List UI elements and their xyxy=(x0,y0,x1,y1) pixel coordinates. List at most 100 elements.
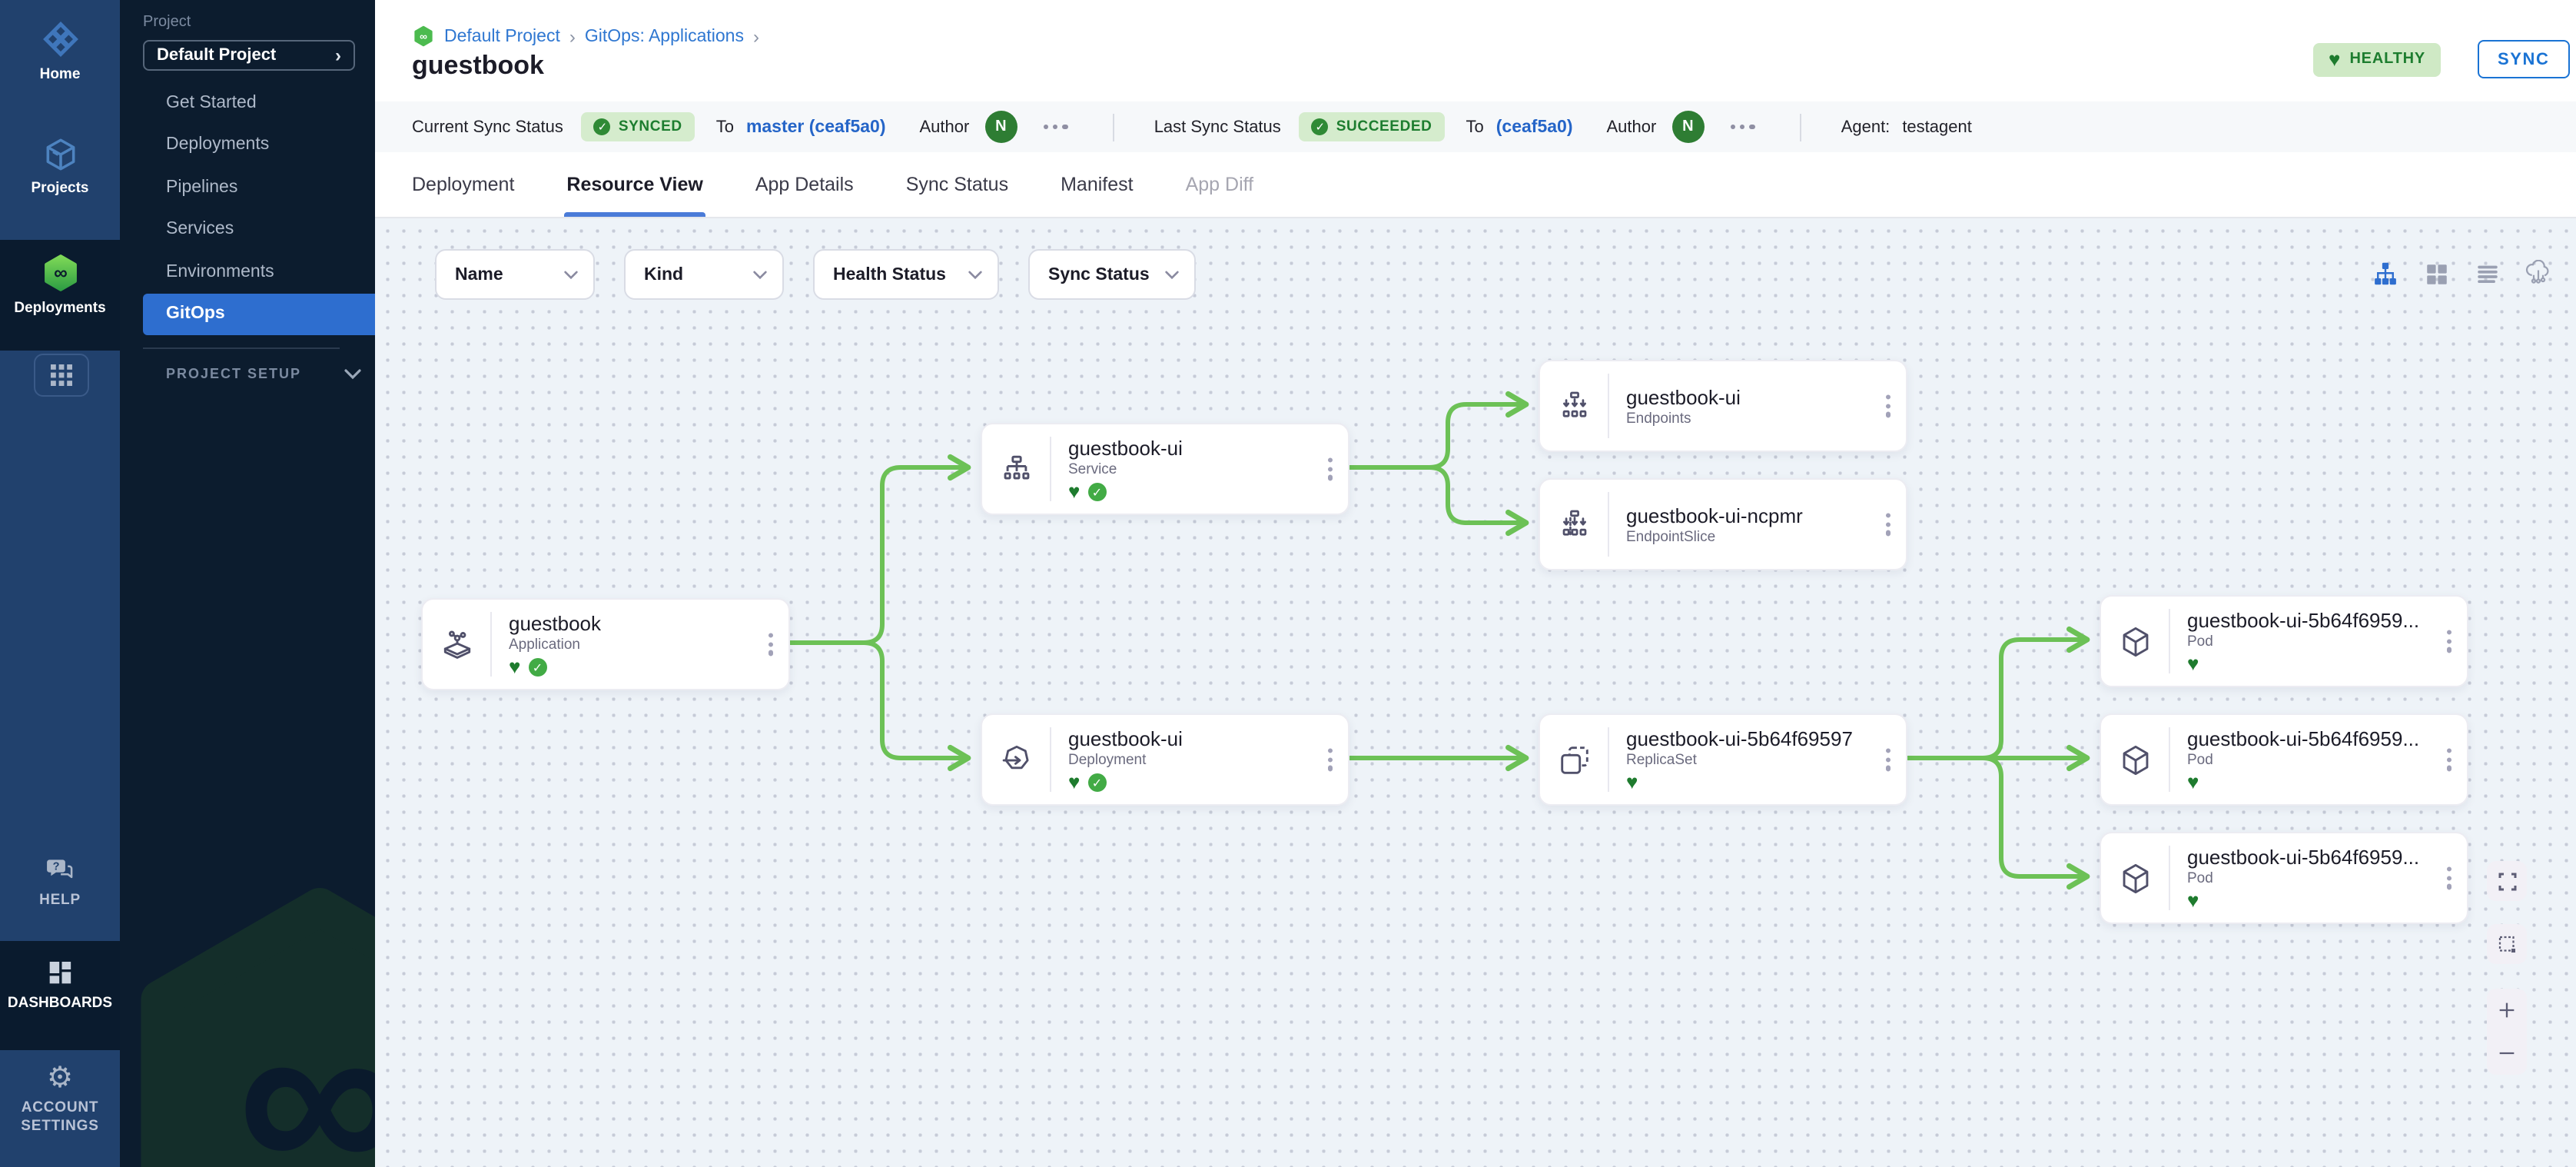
current-sync-target-link[interactable]: master (ceaf5a0) xyxy=(746,118,886,136)
filter-health-status-label: Health Status xyxy=(833,265,946,284)
rail-item-dashboards[interactable]: DASHBOARDS xyxy=(0,958,120,1012)
node-kind: Pod xyxy=(2187,751,2467,768)
status-divider xyxy=(1800,113,1801,141)
author-label: Author xyxy=(1607,118,1657,136)
tree-view-button[interactable] xyxy=(2367,255,2404,292)
node-status-row: ♥ ✓ xyxy=(1068,773,1348,793)
chevron-down-icon xyxy=(1165,270,1179,279)
network-cloud-icon xyxy=(2523,259,2552,288)
header-actions: ♥ HEALTHY SYNC xyxy=(2313,40,2576,78)
node-menu-button[interactable] xyxy=(1325,745,1336,773)
synced-badge: ✓ SYNCED xyxy=(582,112,695,141)
tab-app-details[interactable]: App Details xyxy=(755,152,854,217)
project-setup-toggle[interactable]: PROJECT SETUP xyxy=(166,366,361,381)
current-sync-more-button[interactable] xyxy=(1038,120,1072,135)
node-service-guestbook-ui[interactable]: guestbook-ui Service ♥ ✓ xyxy=(981,423,1349,515)
rail-item-account-settings[interactable]: ⚙ ACCOUNT SETTINGS xyxy=(0,1064,120,1135)
breadcrumb: ∞ Default Project › GitOps: Applications… xyxy=(412,25,759,48)
to-label: To xyxy=(716,118,734,136)
main-content: ∞ Default Project › GitOps: Applications… xyxy=(375,0,2576,1167)
menu-item-deployments[interactable]: Deployments xyxy=(120,124,375,166)
node-kind: Endpoints xyxy=(1626,410,1906,427)
tab-app-diff[interactable]: App Diff xyxy=(1186,152,1254,217)
grid-view-icon xyxy=(2423,261,2449,287)
breadcrumb-gitops-applications[interactable]: GitOps: Applications xyxy=(585,27,744,45)
filter-kind-dropdown[interactable]: Kind xyxy=(624,249,784,300)
marquee-select-button[interactable] xyxy=(2487,924,2527,964)
synced-check-icon: ✓ xyxy=(528,658,546,677)
project-menu: Get Started Deployments Pipelines Servic… xyxy=(120,81,375,335)
node-status-row: ♥ ✓ xyxy=(509,657,788,677)
healthy-heart-icon: ♥ xyxy=(509,658,520,677)
rail-deployments-label: Deployments xyxy=(14,300,105,317)
healthy-heart-icon: ♥ xyxy=(1068,773,1080,792)
fit-to-screen-button[interactable] xyxy=(2487,861,2527,901)
filter-health-status-dropdown[interactable]: Health Status xyxy=(813,249,999,300)
heart-icon: ♥ xyxy=(2329,49,2340,69)
project-selector[interactable]: Default Project › xyxy=(143,40,355,71)
node-title: guestbook-ui-5b64f6959... xyxy=(2187,608,2467,631)
node-menu-button[interactable] xyxy=(2444,627,2455,655)
agent-value: testagent xyxy=(1902,118,1972,136)
tab-resource-view[interactable]: Resource View xyxy=(566,152,702,217)
last-sync-more-button[interactable] xyxy=(1725,120,1759,135)
resource-tree-canvas[interactable]: Name Kind Health Status Sync Status xyxy=(375,218,2576,1167)
node-pod-1[interactable]: guestbook-ui-5b64f6959... Pod ♥ ✓ xyxy=(2100,595,2468,687)
menu-item-services[interactable]: Services xyxy=(120,208,375,251)
node-menu-button[interactable] xyxy=(1883,391,1894,420)
last-sync-status-label: Last Sync Status xyxy=(1154,118,1281,136)
rail-item-deployments[interactable]: ∞ Deployments xyxy=(0,252,120,317)
menu-item-environments[interactable]: Environments xyxy=(120,251,375,293)
module-picker-button[interactable] xyxy=(34,354,89,397)
list-view-button[interactable] xyxy=(2468,255,2505,292)
agent-label: Agent: xyxy=(1841,118,1891,136)
zoom-in-button[interactable] xyxy=(2490,993,2524,1027)
node-menu-button[interactable] xyxy=(1883,745,1894,773)
node-menu-button[interactable] xyxy=(1883,510,1894,538)
view-toggles xyxy=(2367,255,2556,292)
node-menu-button[interactable] xyxy=(1325,454,1336,483)
node-menu-button[interactable] xyxy=(2444,863,2455,892)
node-endpointslice-guestbook-ui-ncpmr[interactable]: guestbook-ui-ncpmr EndpointSlice ♥ ✓ xyxy=(1539,478,1907,570)
network-view-button[interactable] xyxy=(2519,255,2556,292)
menu-item-pipelines[interactable]: Pipelines xyxy=(120,166,375,208)
last-sync-target-link[interactable]: (ceaf5a0) xyxy=(1496,118,1573,136)
sync-button[interactable]: SYNC xyxy=(2478,40,2570,78)
grid-icon xyxy=(50,364,73,387)
tab-manifest[interactable]: Manifest xyxy=(1061,152,1134,217)
node-replicaset-guestbook-ui-5b64f69597[interactable]: guestbook-ui-5b64f69597 ReplicaSet ♥ ✓ xyxy=(1539,713,1907,806)
menu-item-gitops[interactable]: GitOps xyxy=(143,293,375,335)
rail-item-help[interactable]: ? HELP xyxy=(0,855,120,909)
menu-item-get-started[interactable]: Get Started xyxy=(120,81,375,124)
filter-sync-status-label: Sync Status xyxy=(1048,265,1150,284)
succeeded-badge: ✓ SUCCEEDED xyxy=(1300,112,1445,141)
chevron-right-icon: › xyxy=(335,45,341,66)
tab-deployment[interactable]: Deployment xyxy=(412,152,514,217)
breadcrumb-separator: › xyxy=(569,25,576,47)
breadcrumb-default-project[interactable]: Default Project xyxy=(444,27,560,45)
filter-sync-status-dropdown[interactable]: Sync Status xyxy=(1028,249,1196,300)
zoom-out-button[interactable] xyxy=(2490,1036,2524,1070)
filter-name-dropdown[interactable]: Name xyxy=(435,249,595,300)
rail-item-projects[interactable]: Projects xyxy=(0,135,120,197)
sync-status-bar: Current Sync Status ✓ SYNCED To master (… xyxy=(375,101,2576,152)
tab-sync-status[interactable]: Sync Status xyxy=(906,152,1008,217)
node-title: guestbook-ui xyxy=(1068,436,1348,459)
rail-dashboards-label: DASHBOARDS xyxy=(8,995,112,1012)
node-pod-2[interactable]: guestbook-ui-5b64f6959... Pod ♥ ✓ xyxy=(2100,713,2468,806)
node-menu-button[interactable] xyxy=(765,630,776,658)
svg-text:∞: ∞ xyxy=(420,31,427,42)
svg-text:∞: ∞ xyxy=(53,263,67,284)
rail-help-label: HELP xyxy=(39,892,81,909)
plus-icon xyxy=(2496,999,2518,1021)
fit-to-screen-icon xyxy=(2495,869,2518,893)
rail-account-label-1: ACCOUNT xyxy=(22,1099,99,1116)
node-deployment-guestbook-ui[interactable]: guestbook-ui Deployment ♥ ✓ xyxy=(981,713,1349,806)
grid-view-button[interactable] xyxy=(2418,255,2455,292)
node-endpoints-guestbook-ui[interactable]: guestbook-ui Endpoints ♥ ✓ xyxy=(1539,360,1907,452)
node-menu-button[interactable] xyxy=(2444,745,2455,773)
rail-item-home[interactable]: Home xyxy=(0,18,120,83)
node-kind: Deployment xyxy=(1068,751,1348,768)
node-application-guestbook[interactable]: guestbook Application ♥ ✓ xyxy=(421,598,790,690)
node-pod-3[interactable]: guestbook-ui-5b64f6959... Pod ♥ ✓ xyxy=(2100,832,2468,924)
